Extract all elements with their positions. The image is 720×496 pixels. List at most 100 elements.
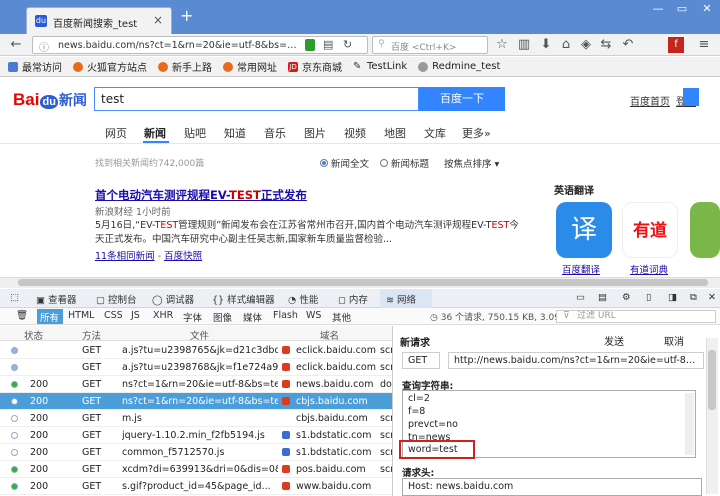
dock-icon[interactable]: ▭ — [576, 292, 585, 303]
table-row[interactable]: 200 GET ns?ct=1&rn=20&ie=utf-8&bs=te... new… — [0, 376, 392, 393]
split-console-icon[interactable]: ▤ — [598, 292, 607, 303]
home-icon[interactable]: ⌂ — [558, 37, 574, 53]
browser-tab[interactable]: du 百度新闻搜索_test × — [26, 7, 172, 34]
news-search-input[interactable]: test — [94, 87, 419, 111]
filter-other[interactable]: 其他 — [332, 310, 351, 324]
tab-images[interactable]: 图片 — [304, 125, 326, 141]
tab-map[interactable]: 地图 — [384, 125, 406, 141]
download-icon[interactable]: ⬇ — [538, 37, 554, 53]
tab-memory[interactable]: ◻ 内存 — [338, 292, 368, 306]
sort-dropdown[interactable]: 按焦点排序 ▾ — [444, 156, 499, 170]
baidu-translate-app-icon[interactable]: 译 — [556, 202, 612, 258]
library-icon[interactable]: ▥ — [516, 37, 532, 53]
request-url-field[interactable]: http://news.baidu.com/ns?ct=1&rn=20&ie=u… — [448, 352, 704, 369]
col-file[interactable]: 文件 — [190, 328, 209, 342]
tab-network[interactable]: ≋ 网络 — [380, 289, 432, 308]
filter-ws[interactable]: WS — [306, 310, 321, 321]
responsive-icon[interactable]: ▯ — [646, 292, 651, 303]
maximize-button[interactable]: ▭ — [670, 0, 694, 18]
table-row[interactable]: 200 GET xcdm?di=639913&dri=0&dis=0&... pos.… — [0, 461, 392, 478]
tab-console[interactable]: ▢ 控制台 — [96, 292, 137, 306]
info-icon[interactable]: ⓘ — [39, 39, 49, 54]
cancel-button[interactable]: 取消 — [664, 333, 684, 348]
col-method[interactable]: 方法 — [82, 328, 101, 342]
tab-wenku[interactable]: 文库 — [424, 125, 446, 141]
tab-more[interactable]: 更多» — [462, 125, 491, 141]
bookmark-item[interactable]: ✎ TestLink — [353, 61, 407, 72]
tab-web[interactable]: 网页 — [105, 125, 127, 141]
reload-icon[interactable]: ↻ — [343, 38, 352, 51]
col-status[interactable]: 状态 — [24, 328, 43, 342]
filter-all[interactable]: 所有 — [40, 310, 59, 324]
filter-xhr[interactable]: XHR — [153, 310, 173, 321]
table-row[interactable]: GET a.js?tu=u2398765&jk=d21c3dbd4... eclic… — [0, 342, 392, 359]
close-window-button[interactable]: ✕ — [695, 0, 719, 18]
bookmark-star-icon[interactable]: ☆ — [494, 37, 510, 53]
pocket-icon[interactable]: ◈ — [578, 37, 594, 53]
clear-icon[interactable]: 🗑 — [16, 310, 28, 321]
back-button[interactable]: ← — [8, 37, 24, 53]
shield-icon[interactable] — [305, 39, 315, 51]
filter-images[interactable]: 图像 — [213, 310, 232, 324]
youdao-dict-app-icon[interactable]: 有道 — [622, 202, 678, 258]
panel-scroll-thumb[interactable] — [708, 350, 716, 410]
textarea-scrollbar[interactable] — [685, 393, 694, 455]
snapshot-link[interactable]: 百度快照 — [164, 251, 202, 262]
flash-icon[interactable]: f — [668, 37, 684, 53]
bookmark-item[interactable]: 常用网址 — [223, 59, 277, 74]
inspect-icon[interactable]: ⬚ — [10, 292, 19, 303]
undo-icon[interactable]: ↶ — [620, 37, 636, 53]
filter-css[interactable]: CSS — [104, 310, 123, 321]
col-domain[interactable]: 域名 — [320, 328, 339, 342]
settings-gear-icon[interactable]: ⚙ — [622, 292, 631, 303]
table-row[interactable]: 200 GET s.gif?product_id=45&page_id... www.… — [0, 478, 392, 495]
filter-flash[interactable]: Flash — [273, 310, 298, 321]
filter-html[interactable]: HTML — [68, 310, 94, 321]
table-row[interactable]: 200 GET common_f5712570.js s1.bdstatic.com s… — [0, 444, 392, 461]
tab-debugger[interactable]: ◯ 调试器 — [152, 292, 194, 306]
bookmark-item[interactable]: JD 京东商城 — [288, 59, 342, 74]
result-title-link[interactable]: 首个电动汽车测评规程EV-TEST正式发布 — [95, 187, 307, 203]
tab-style-editor[interactable]: {} 样式编辑器 — [212, 292, 275, 306]
url-filter-input[interactable]: ⊽ 过滤 URL — [556, 310, 716, 323]
sidebar-tab[interactable] — [683, 88, 699, 106]
baidu-translate-link[interactable]: 百度翻译 — [562, 262, 600, 276]
undock-icon[interactable]: ⧉ — [690, 292, 697, 303]
filter-fonts[interactable]: 字体 — [183, 310, 202, 324]
baidu-news-logo[interactable]: Bai du 新闻 — [13, 90, 87, 110]
same-news-link[interactable]: 11条相同新闻 — [95, 251, 155, 262]
bookmark-item[interactable]: 新手上路 — [158, 59, 212, 74]
tab-inspector[interactable]: ▣ 查看器 — [36, 292, 77, 306]
tab-performance[interactable]: ◔ 性能 — [288, 292, 318, 306]
baidu-home-link[interactable]: 百度首页 — [630, 93, 670, 108]
table-row[interactable]: 200 GET ns?ct=1&rn=20&ie=utf-8&bs=te... cbj… — [0, 393, 392, 410]
bookmark-item[interactable]: 火狐官方站点 — [73, 59, 147, 74]
radio-full-text[interactable]: 新闻全文 — [320, 156, 369, 170]
request-headers-textarea[interactable]: Host: news.baidu.com — [402, 478, 702, 496]
youdao-dict-link[interactable]: 有道词典 — [630, 262, 668, 276]
close-tab-icon[interactable]: × — [153, 13, 163, 27]
menu-icon[interactable]: ≡ — [696, 37, 712, 53]
tab-video[interactable]: 视频 — [344, 125, 366, 141]
table-row[interactable]: 200 GET jquery-1.10.2.min_f2fb5194.js s1.bd… — [0, 427, 392, 444]
sync-icon[interactable]: ⇆ — [598, 37, 614, 53]
search-input[interactable]: ⚲ 百度 <Ctrl+K> — [372, 36, 488, 54]
tab-tieba[interactable]: 贴吧 — [184, 125, 206, 141]
new-tab-button[interactable]: + — [180, 8, 193, 24]
table-row[interactable]: GET a.js?tu=u2398768&jk=f1e724a9ff... ecli… — [0, 359, 392, 376]
tab-news[interactable]: 新闻 — [144, 125, 166, 141]
filter-js[interactable]: JS — [131, 310, 140, 321]
filter-media[interactable]: 媒体 — [243, 310, 262, 324]
reader-view-icon[interactable]: ▤ — [323, 38, 333, 51]
third-app-icon[interactable] — [690, 202, 720, 258]
search-button[interactable]: 百度一下 — [419, 87, 505, 111]
radio-title-only[interactable]: 新闻标题 — [380, 156, 429, 170]
horizontal-scroll-thumb[interactable] — [18, 279, 708, 286]
bookmark-item[interactable]: Redmine_test — [418, 61, 500, 72]
url-bar[interactable]: ⓘ news.baidu.com/ns?ct=1&rn=20&ie=utf-8&… — [32, 36, 368, 54]
method-field[interactable]: GET — [402, 352, 440, 369]
table-row[interactable]: 200 GET m.js cbjs.baidu.com scri — [0, 410, 392, 427]
dock-side-icon[interactable]: ◨ — [668, 292, 677, 303]
bookmark-item[interactable]: 最常访问 — [8, 59, 62, 74]
tab-zhidao[interactable]: 知道 — [224, 125, 246, 141]
